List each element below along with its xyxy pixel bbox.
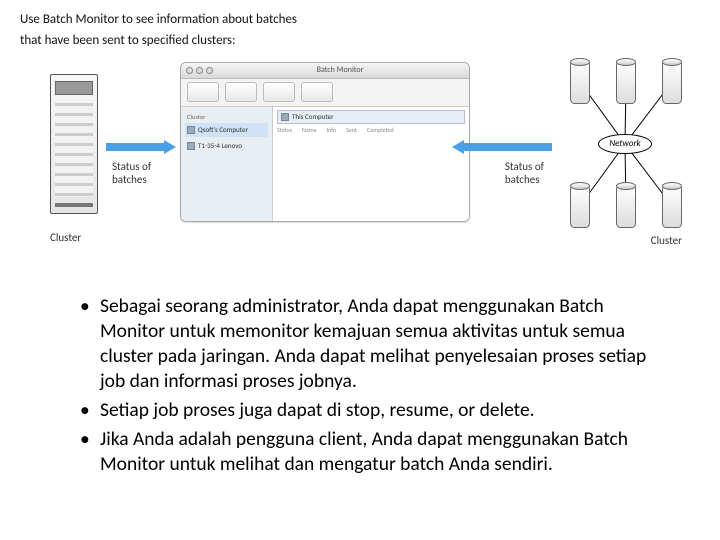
- caption-line1: Use Batch Monitor to see information abo…: [20, 12, 700, 29]
- toolbar-button[interactable]: [225, 82, 257, 102]
- toolbar-button[interactable]: [187, 82, 219, 102]
- bullet-list: Sebagai seorang administrator, Anda dapa…: [80, 294, 660, 477]
- computer-icon: [187, 142, 195, 150]
- node-icon: [616, 60, 636, 104]
- toolbar-button[interactable]: [301, 82, 333, 102]
- node-icon: [662, 60, 682, 104]
- computer-icon: [187, 126, 195, 134]
- sidebar-item[interactable]: Qsoft's Computer: [185, 123, 268, 137]
- bullet-item: Setiap job proses juga dapat di stop, re…: [80, 398, 660, 423]
- status-label-left: Status of batches: [112, 160, 151, 186]
- network-cluster: Network: [560, 58, 690, 233]
- col-header: Status: [277, 126, 292, 134]
- left-cluster-label: Cluster: [50, 231, 81, 244]
- content-header: This Computer: [277, 110, 465, 124]
- node-icon: [570, 60, 590, 104]
- bullet-item: Sebagai seorang administrator, Anda dapa…: [80, 294, 660, 394]
- computer-icon: [281, 113, 289, 121]
- col-header: Info: [327, 126, 337, 134]
- content-header-label: This Computer: [292, 112, 334, 121]
- close-icon[interactable]: [186, 67, 193, 74]
- server-rack-icon: [50, 74, 98, 214]
- window-body: Cluster Qsoft's Computer T1-35-4 Lenovo …: [181, 107, 469, 221]
- node-icon: [570, 184, 590, 228]
- arrow-left-icon: [106, 140, 176, 154]
- caption-line2: that have been sent to specified cluster…: [20, 33, 700, 50]
- slide: Use Batch Monitor to see information abo…: [0, 0, 720, 492]
- node-icon: [616, 184, 636, 228]
- sidebar-item[interactable]: T1-35-4 Lenovo: [185, 139, 268, 153]
- minimize-icon[interactable]: [196, 67, 203, 74]
- arrow-right-icon: [452, 140, 552, 154]
- diagram: Cluster Status of batches Batch Monitor …: [20, 56, 700, 266]
- sidebar-item-label: T1-35-4 Lenovo: [198, 141, 242, 150]
- col-header: Name: [302, 126, 317, 134]
- col-header: Completed: [367, 126, 394, 134]
- network-label: Network: [598, 134, 652, 154]
- bullet-item: Jika Anda adalah pengguna client, Anda d…: [80, 427, 660, 477]
- status-label-right: Status of batches: [505, 160, 544, 186]
- window-title: Batch Monitor: [216, 65, 464, 75]
- col-header: Sent: [346, 126, 357, 134]
- toolbar-button[interactable]: [263, 82, 295, 102]
- content-columns: Status Name Info Sent Completed: [277, 126, 465, 134]
- window-sidebar: Cluster Qsoft's Computer T1-35-4 Lenovo: [181, 107, 273, 221]
- window-content: This Computer Status Name Info Sent Comp…: [273, 107, 469, 221]
- sidebar-item-label: Qsoft's Computer: [198, 125, 248, 134]
- batch-monitor-window: Batch Monitor Cluster Qsoft's Computer: [180, 62, 470, 222]
- window-titlebar: Batch Monitor: [181, 63, 469, 79]
- right-cluster-label: Cluster: [651, 234, 682, 247]
- sidebar-section-label: Cluster: [187, 113, 268, 121]
- zoom-icon[interactable]: [206, 67, 213, 74]
- window-toolbar: [181, 79, 469, 107]
- node-icon: [662, 184, 682, 228]
- rack-slots: [55, 103, 93, 197]
